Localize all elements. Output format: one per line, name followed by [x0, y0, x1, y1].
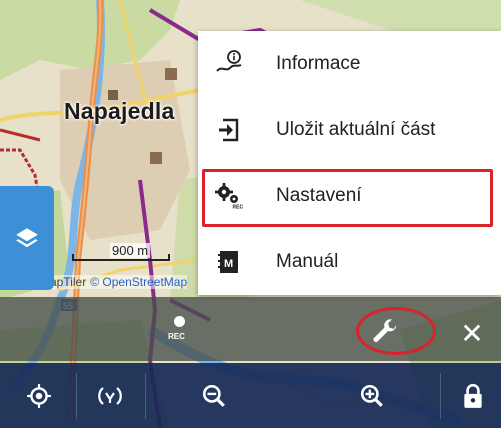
map-attribution: MapTiler © OpenStreetMap	[40, 275, 188, 289]
save-export-icon	[198, 116, 260, 144]
zoom-out-icon	[202, 384, 225, 407]
layers-icon	[16, 228, 38, 248]
map-scale: 900 m	[72, 243, 170, 263]
popup-menu: Informace Uložit aktuální část REC Nasta…	[198, 31, 501, 295]
map-layers-button[interactable]	[0, 186, 54, 290]
menu-item-label: Uložit aktuální část	[276, 119, 436, 140]
zoom-in-button[interactable]	[354, 378, 390, 414]
menu-item-label: Informace	[276, 53, 361, 74]
record-dot-icon	[174, 316, 185, 327]
zoom-out-button[interactable]	[196, 378, 232, 414]
menu-item-informace[interactable]: Informace	[198, 31, 501, 97]
rec-button[interactable]: REC	[160, 312, 200, 352]
rec-label: REC	[168, 332, 185, 341]
annotation-highlight-box	[202, 169, 493, 227]
menu-item-label: Manuál	[276, 251, 339, 272]
gps-location-button[interactable]	[21, 378, 57, 414]
divider	[76, 373, 77, 419]
annotation-highlight-ring	[356, 307, 436, 355]
map-rotation-button[interactable]	[92, 378, 128, 414]
lock-icon	[464, 383, 482, 408]
attribution-link[interactable]: © OpenStreetMap	[90, 275, 187, 289]
gps-target-icon	[27, 384, 51, 408]
svg-text:M: M	[224, 258, 233, 270]
zoom-in-icon	[360, 384, 383, 407]
rotate-arrow-icon	[98, 387, 122, 405]
map-city-label: Napajedla	[64, 98, 175, 124]
divider	[145, 373, 146, 419]
lock-screen-button[interactable]	[455, 378, 491, 414]
close-button[interactable]: ✕	[455, 316, 489, 350]
map-scale-label: 900 m	[110, 243, 151, 258]
divider	[440, 373, 441, 419]
close-icon: ✕	[460, 317, 484, 349]
menu-item-ulozit[interactable]: Uložit aktuální část	[198, 97, 501, 163]
info-route-icon	[198, 49, 260, 79]
menu-item-manual[interactable]: M Manuál	[198, 229, 501, 295]
manual-book-icon: M	[198, 248, 260, 276]
